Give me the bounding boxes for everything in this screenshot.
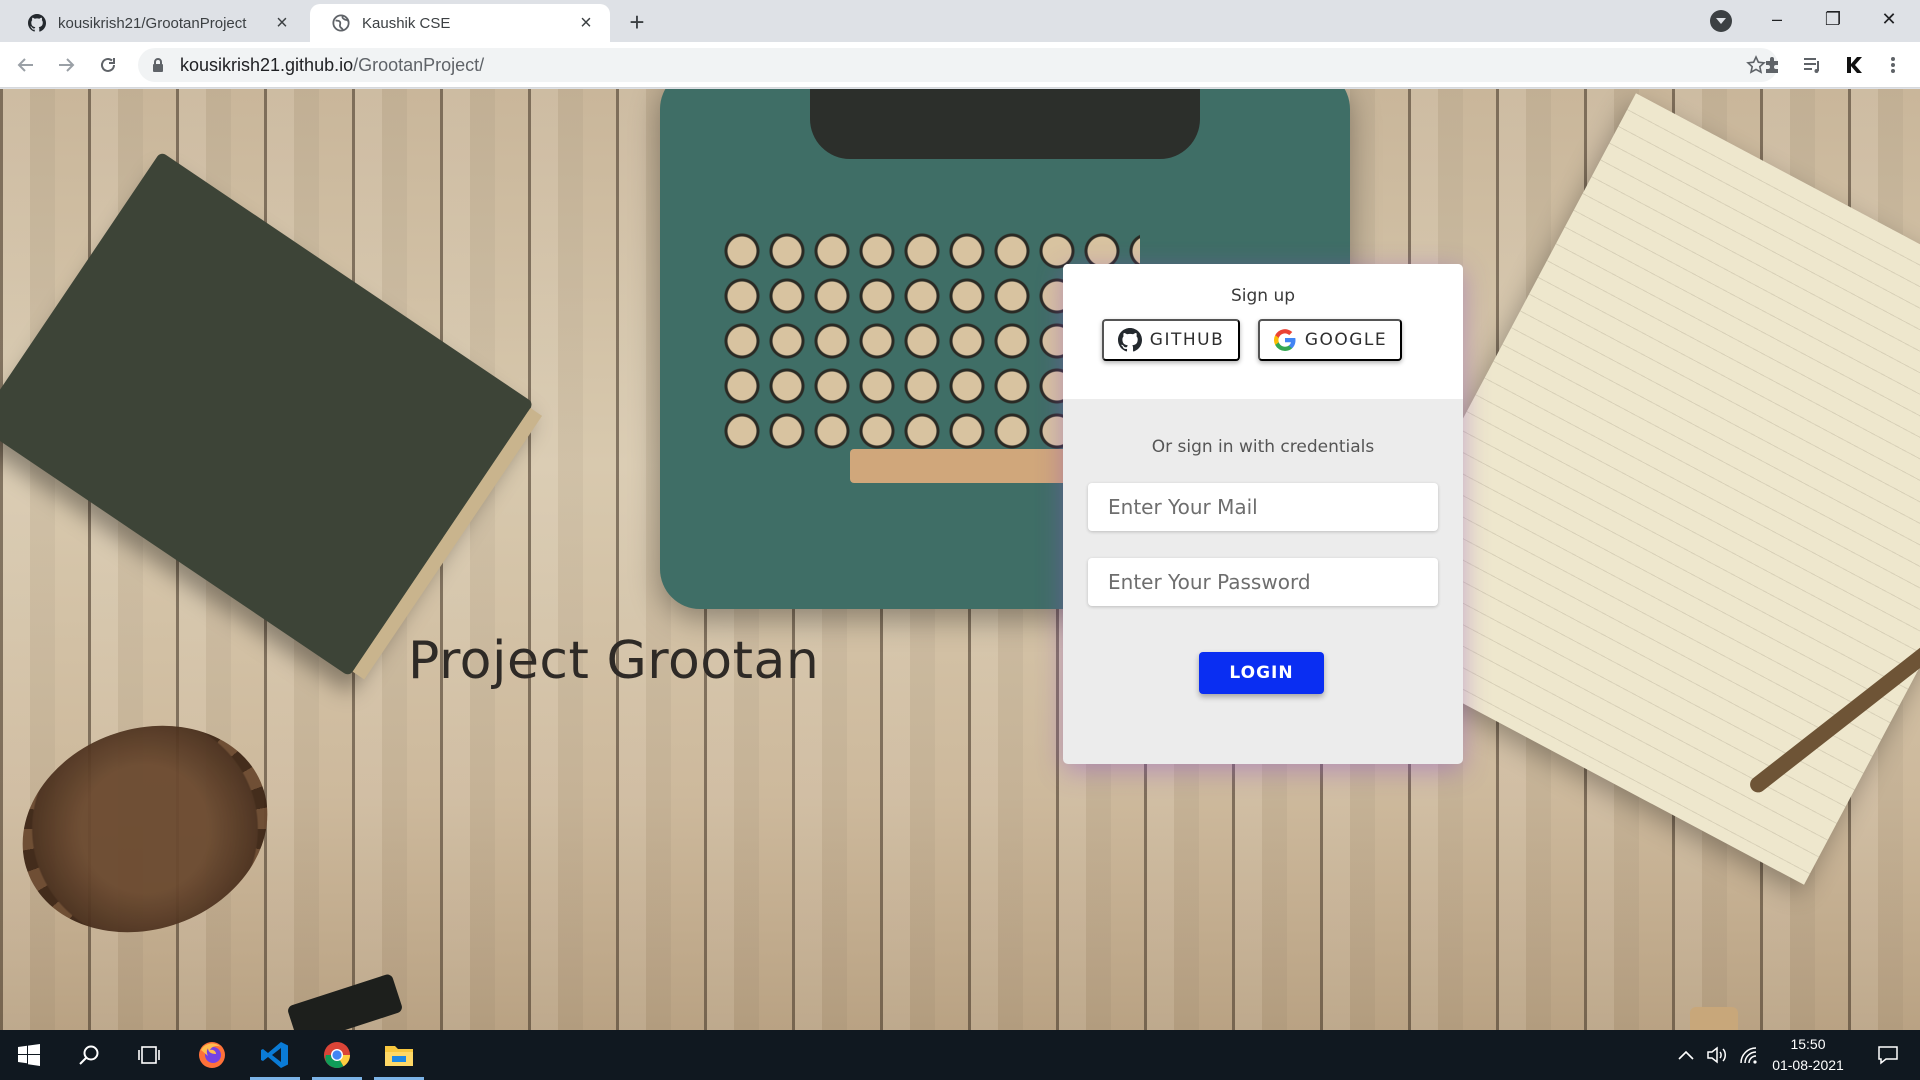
close-tab-icon[interactable]: × [272, 13, 292, 33]
browser-tab-bar: kousikrish21/GrootanProject × Kaushik CS… [0, 0, 1920, 42]
new-tab-button[interactable]: + [622, 7, 652, 37]
search-icon[interactable] [60, 1030, 118, 1080]
email-input[interactable] [1088, 483, 1438, 531]
tab-kaushik-cse[interactable]: Kaushik CSE × [310, 4, 610, 42]
background-pinecone [0, 692, 297, 966]
tab-title: kousikrish21/GrootanProject [58, 14, 247, 32]
extensions-puzzle-icon[interactable] [1761, 54, 1783, 76]
globe-icon [332, 14, 350, 32]
page-viewport: Project Grootan Sign up GITHUB GOOGLE Or… [0, 89, 1920, 1030]
reload-icon [101, 57, 115, 72]
google-icon [1273, 329, 1296, 351]
notification-center-icon[interactable] [1866, 1030, 1910, 1080]
show-hidden-icons-chevron-icon[interactable] [1672, 1030, 1700, 1080]
close-window-button[interactable]: ✕ [1866, 0, 1912, 40]
file-explorer-icon[interactable] [370, 1030, 428, 1080]
tab-title: Kaushik CSE [362, 14, 451, 32]
clock-date: 01-08-2021 [1772, 1057, 1844, 1073]
restore-button[interactable]: ❐ [1810, 0, 1856, 40]
url-host: kousikrish21.github.io [180, 54, 354, 75]
tab-github-repo[interactable]: kousikrish21/GrootanProject × [6, 4, 306, 42]
task-view-icon[interactable] [120, 1030, 178, 1080]
password-input[interactable] [1088, 558, 1438, 606]
vscode-icon[interactable] [246, 1030, 304, 1080]
media-playlist-icon[interactable] [1801, 54, 1823, 76]
windows-taskbar: 15:50 01-08-2021 [0, 1030, 1920, 1080]
volume-icon[interactable] [1702, 1030, 1732, 1080]
background-bottle [286, 972, 404, 1030]
reload-button[interactable] [94, 51, 122, 79]
signup-section: Sign up GITHUB GOOGLE [1063, 264, 1463, 399]
forward-button[interactable] [52, 51, 80, 79]
page-title: Project Grootan [408, 631, 820, 691]
address-bar[interactable]: kousikrish21.github.io/GrootanProject/ [138, 48, 1778, 82]
url-path: /GrootanProject/ [353, 54, 485, 75]
login-card: Sign up GITHUB GOOGLE Or sign in with cr… [1063, 264, 1463, 764]
credentials-divider-text: Or sign in with credentials [1151, 437, 1375, 457]
background-book [0, 151, 534, 677]
background-cork [1690, 1007, 1738, 1030]
browser-toolbar: kousikrish21.github.io/GrootanProject/ [0, 42, 1920, 88]
lock-icon[interactable] [150, 57, 166, 73]
github-button-label: GITHUB [1149, 330, 1225, 350]
arrow-left-icon [17, 58, 33, 72]
google-button-label: GOOGLE [1304, 330, 1388, 350]
signup-label: Sign up [1230, 286, 1296, 306]
close-tab-icon[interactable]: × [576, 13, 596, 33]
system-clock[interactable]: 15:50 01-08-2021 [1758, 1034, 1858, 1076]
google-signup-button[interactable]: GOOGLE [1258, 319, 1402, 361]
clock-time: 15:50 [1790, 1036, 1826, 1052]
chrome-icon[interactable] [308, 1030, 366, 1080]
minimize-button[interactable]: – [1754, 0, 1800, 40]
arrow-right-icon [59, 58, 75, 72]
tab-search-icon[interactable] [1710, 10, 1732, 32]
github-icon [28, 14, 46, 32]
login-button[interactable]: LOGIN [1199, 652, 1324, 694]
firefox-icon[interactable] [183, 1030, 241, 1080]
back-button[interactable] [12, 51, 40, 79]
github-signup-button[interactable]: GITHUB [1102, 319, 1240, 361]
github-icon [1117, 328, 1142, 352]
windows-start-icon[interactable] [0, 1030, 58, 1080]
k-extension-icon[interactable] [1842, 54, 1864, 76]
browser-menu-icon[interactable] [1882, 54, 1904, 76]
